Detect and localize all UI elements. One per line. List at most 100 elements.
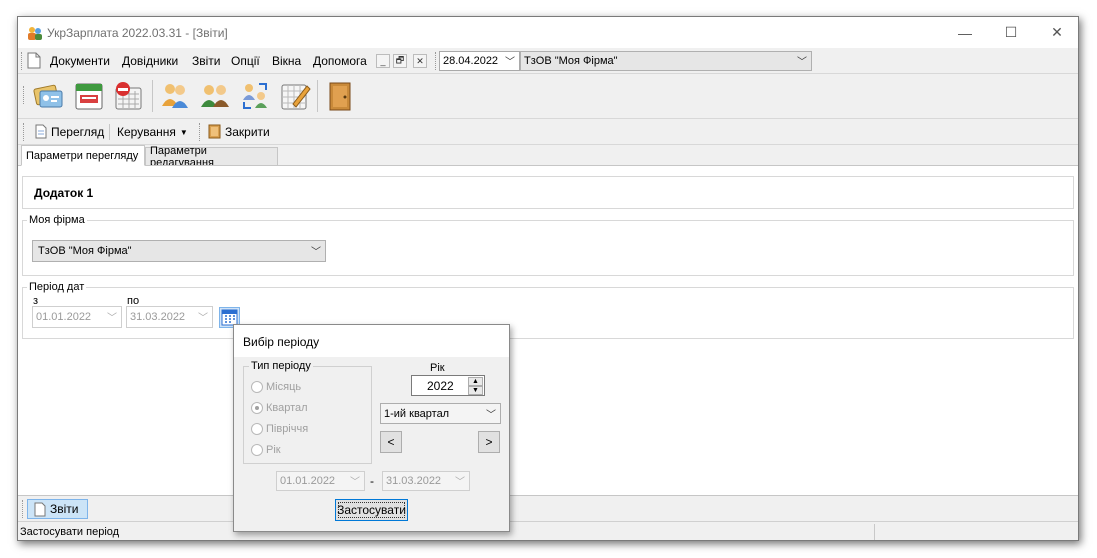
tab-edit-params[interactable]: Параметри редагування bbox=[145, 145, 278, 169]
period-group: Період дат з по 01.01.2022 ﹀ 31.03.2022 … bbox=[22, 281, 1074, 339]
toolbar-separator bbox=[109, 124, 110, 140]
date-select-value: 28.04.2022 bbox=[443, 55, 499, 67]
window-title: УкрЗарплата 2022.03.31 - [Звіти] bbox=[47, 26, 228, 40]
radio-year[interactable]: Рік bbox=[251, 444, 281, 456]
status-text: Застосувати період bbox=[20, 526, 120, 538]
radio-quarter[interactable]: Квартал bbox=[251, 402, 308, 414]
mdi-restore-button[interactable]: 🗗 bbox=[393, 54, 407, 68]
period-type-group: Тип періоду Місяць Квартал Півріччя Рік bbox=[243, 360, 372, 464]
period-legend: Період дат bbox=[27, 281, 87, 293]
quarter-select-value: 1-ий квартал bbox=[384, 407, 450, 420]
radio-year-label: Рік bbox=[266, 444, 281, 456]
chevron-down-icon: ﹀ bbox=[350, 476, 360, 488]
calendar-icon[interactable] bbox=[73, 80, 105, 112]
tab-view-params[interactable]: Параметри перегляду bbox=[21, 145, 145, 166]
radio-circle bbox=[251, 381, 263, 393]
dialog-from-date-value: 01.01.2022 bbox=[280, 475, 336, 487]
mdi-minimize-button[interactable]: _ bbox=[376, 54, 390, 68]
maximize-button[interactable]: ☐ bbox=[988, 17, 1034, 48]
spin-up-button[interactable]: ▲ bbox=[468, 377, 483, 386]
title-bar: УкрЗарплата 2022.03.31 - [Звіти] — ☐ ✕ bbox=[18, 17, 1078, 48]
mdi-close-button[interactable]: ✕ bbox=[413, 54, 427, 68]
chevron-down-icon: ﹀ bbox=[311, 246, 321, 258]
period-type-legend: Тип періоду bbox=[249, 360, 313, 372]
year-label: Рік bbox=[430, 362, 445, 374]
firm-select-value: ТзОВ "Моя Фірма" bbox=[38, 245, 132, 257]
period-dialog: Вибір періоду Тип періоду Місяць Квартал… bbox=[233, 324, 510, 532]
close-report-label: Закрити bbox=[225, 124, 270, 139]
status-bar: Застосувати період bbox=[18, 521, 1078, 540]
firm-group: Моя фірма ТзОВ "Моя Фірма" ﹀ bbox=[22, 214, 1074, 276]
toolbar-grip bbox=[435, 52, 437, 70]
minimize-button[interactable]: — bbox=[942, 17, 988, 48]
quarter-select[interactable]: 1-ий квартал ﹀ bbox=[380, 403, 501, 424]
toolbar-separator bbox=[152, 80, 153, 112]
to-date-value: 31.03.2022 bbox=[130, 311, 186, 323]
toolbar-grip bbox=[199, 123, 201, 141]
to-date-picker[interactable]: 31.03.2022 ﹀ bbox=[126, 306, 213, 328]
menu-help[interactable]: Допомога bbox=[313, 54, 367, 68]
view-button-label: Перегляд bbox=[51, 124, 105, 139]
report-title-panel: Додаток 1 bbox=[22, 176, 1074, 209]
document-icon bbox=[27, 52, 41, 69]
report-params-panel: Додаток 1 Моя фірма ТзОВ "Моя Фірма" ﹀ П… bbox=[18, 165, 1078, 495]
menu-documents[interactable]: Документи bbox=[50, 54, 110, 68]
people-icon[interactable] bbox=[159, 80, 191, 112]
radio-quarter-label: Квартал bbox=[266, 402, 308, 414]
date-select[interactable]: 28.04.2022 ﹀ bbox=[439, 51, 520, 71]
chevron-down-icon: ﹀ bbox=[107, 312, 117, 324]
reports-window-label: Звіти bbox=[50, 502, 79, 516]
radio-month-label: Місяць bbox=[266, 381, 302, 393]
from-date-value: 01.01.2022 bbox=[36, 311, 92, 323]
main-toolbar bbox=[18, 74, 1078, 119]
view-button[interactable]: Перегляд bbox=[35, 124, 104, 139]
window-tabs: Звіти bbox=[18, 495, 1078, 521]
radio-circle bbox=[251, 423, 263, 435]
chevron-down-icon: ﹀ bbox=[198, 312, 208, 324]
from-date-picker[interactable]: 01.01.2022 ﹀ bbox=[32, 306, 122, 328]
firm-select[interactable]: ТзОВ "Моя Фірма" ﹀ bbox=[32, 240, 326, 262]
chevron-down-icon: ﹀ bbox=[486, 409, 496, 421]
document-icon bbox=[35, 124, 47, 139]
document-icon bbox=[34, 502, 46, 516]
menu-windows[interactable]: Вікна bbox=[272, 54, 301, 68]
toolbar-grip bbox=[22, 500, 24, 518]
spin-down-button[interactable]: ▼ bbox=[468, 386, 483, 395]
menu-references[interactable]: Довідники bbox=[122, 54, 178, 68]
users-icon[interactable] bbox=[199, 80, 231, 112]
door-icon bbox=[208, 124, 221, 139]
close-report-button[interactable]: Закрити bbox=[208, 124, 270, 139]
chevron-down-icon: ﹀ bbox=[455, 476, 465, 488]
cards-icon[interactable] bbox=[32, 80, 64, 112]
company-select[interactable]: ТзОВ "Моя Фірма" ﹀ bbox=[520, 51, 812, 71]
menu-reports[interactable]: Звіти bbox=[192, 54, 221, 68]
radio-circle bbox=[251, 444, 263, 456]
menu-options[interactable]: Опції bbox=[231, 54, 260, 68]
app-logo-icon bbox=[28, 27, 42, 40]
toolbar-grip bbox=[23, 123, 25, 141]
manage-dropdown[interactable]: Керування ▼ bbox=[117, 125, 188, 139]
chevron-down-icon: ﹀ bbox=[797, 56, 807, 68]
menu-bar: Документи Довідники Звіти Опції Вікна До… bbox=[18, 48, 1078, 74]
apply-button[interactable]: Застосувати bbox=[335, 499, 408, 521]
tab-reports-window[interactable]: Звіти bbox=[27, 499, 88, 519]
firm-legend: Моя фірма bbox=[27, 214, 87, 226]
dialog-to-date[interactable]: 31.03.2022 ﹀ bbox=[382, 471, 470, 491]
sub-toolbar: Перегляд Керування ▼ Закрити bbox=[18, 119, 1078, 145]
close-button[interactable]: ✕ bbox=[1034, 17, 1078, 48]
manage-dropdown-label: Керування bbox=[117, 125, 176, 139]
dialog-from-date[interactable]: 01.01.2022 ﹀ bbox=[276, 471, 365, 491]
transfer-icon[interactable] bbox=[239, 80, 271, 112]
toolbar-separator bbox=[317, 80, 318, 112]
status-divider bbox=[874, 524, 875, 540]
previous-period-button[interactable]: < bbox=[380, 431, 402, 453]
year-spinner[interactable]: 2022 ▲ ▼ bbox=[411, 375, 485, 396]
radio-month[interactable]: Місяць bbox=[251, 381, 301, 393]
exit-door-icon[interactable] bbox=[324, 80, 356, 112]
radio-circle-checked bbox=[251, 402, 263, 414]
next-period-button[interactable]: > bbox=[478, 431, 500, 453]
stop-calendar-icon[interactable] bbox=[112, 80, 144, 112]
radio-half-year[interactable]: Півріччя bbox=[251, 423, 308, 435]
date-range-dash: - bbox=[370, 474, 374, 488]
planner-icon[interactable] bbox=[279, 80, 311, 112]
